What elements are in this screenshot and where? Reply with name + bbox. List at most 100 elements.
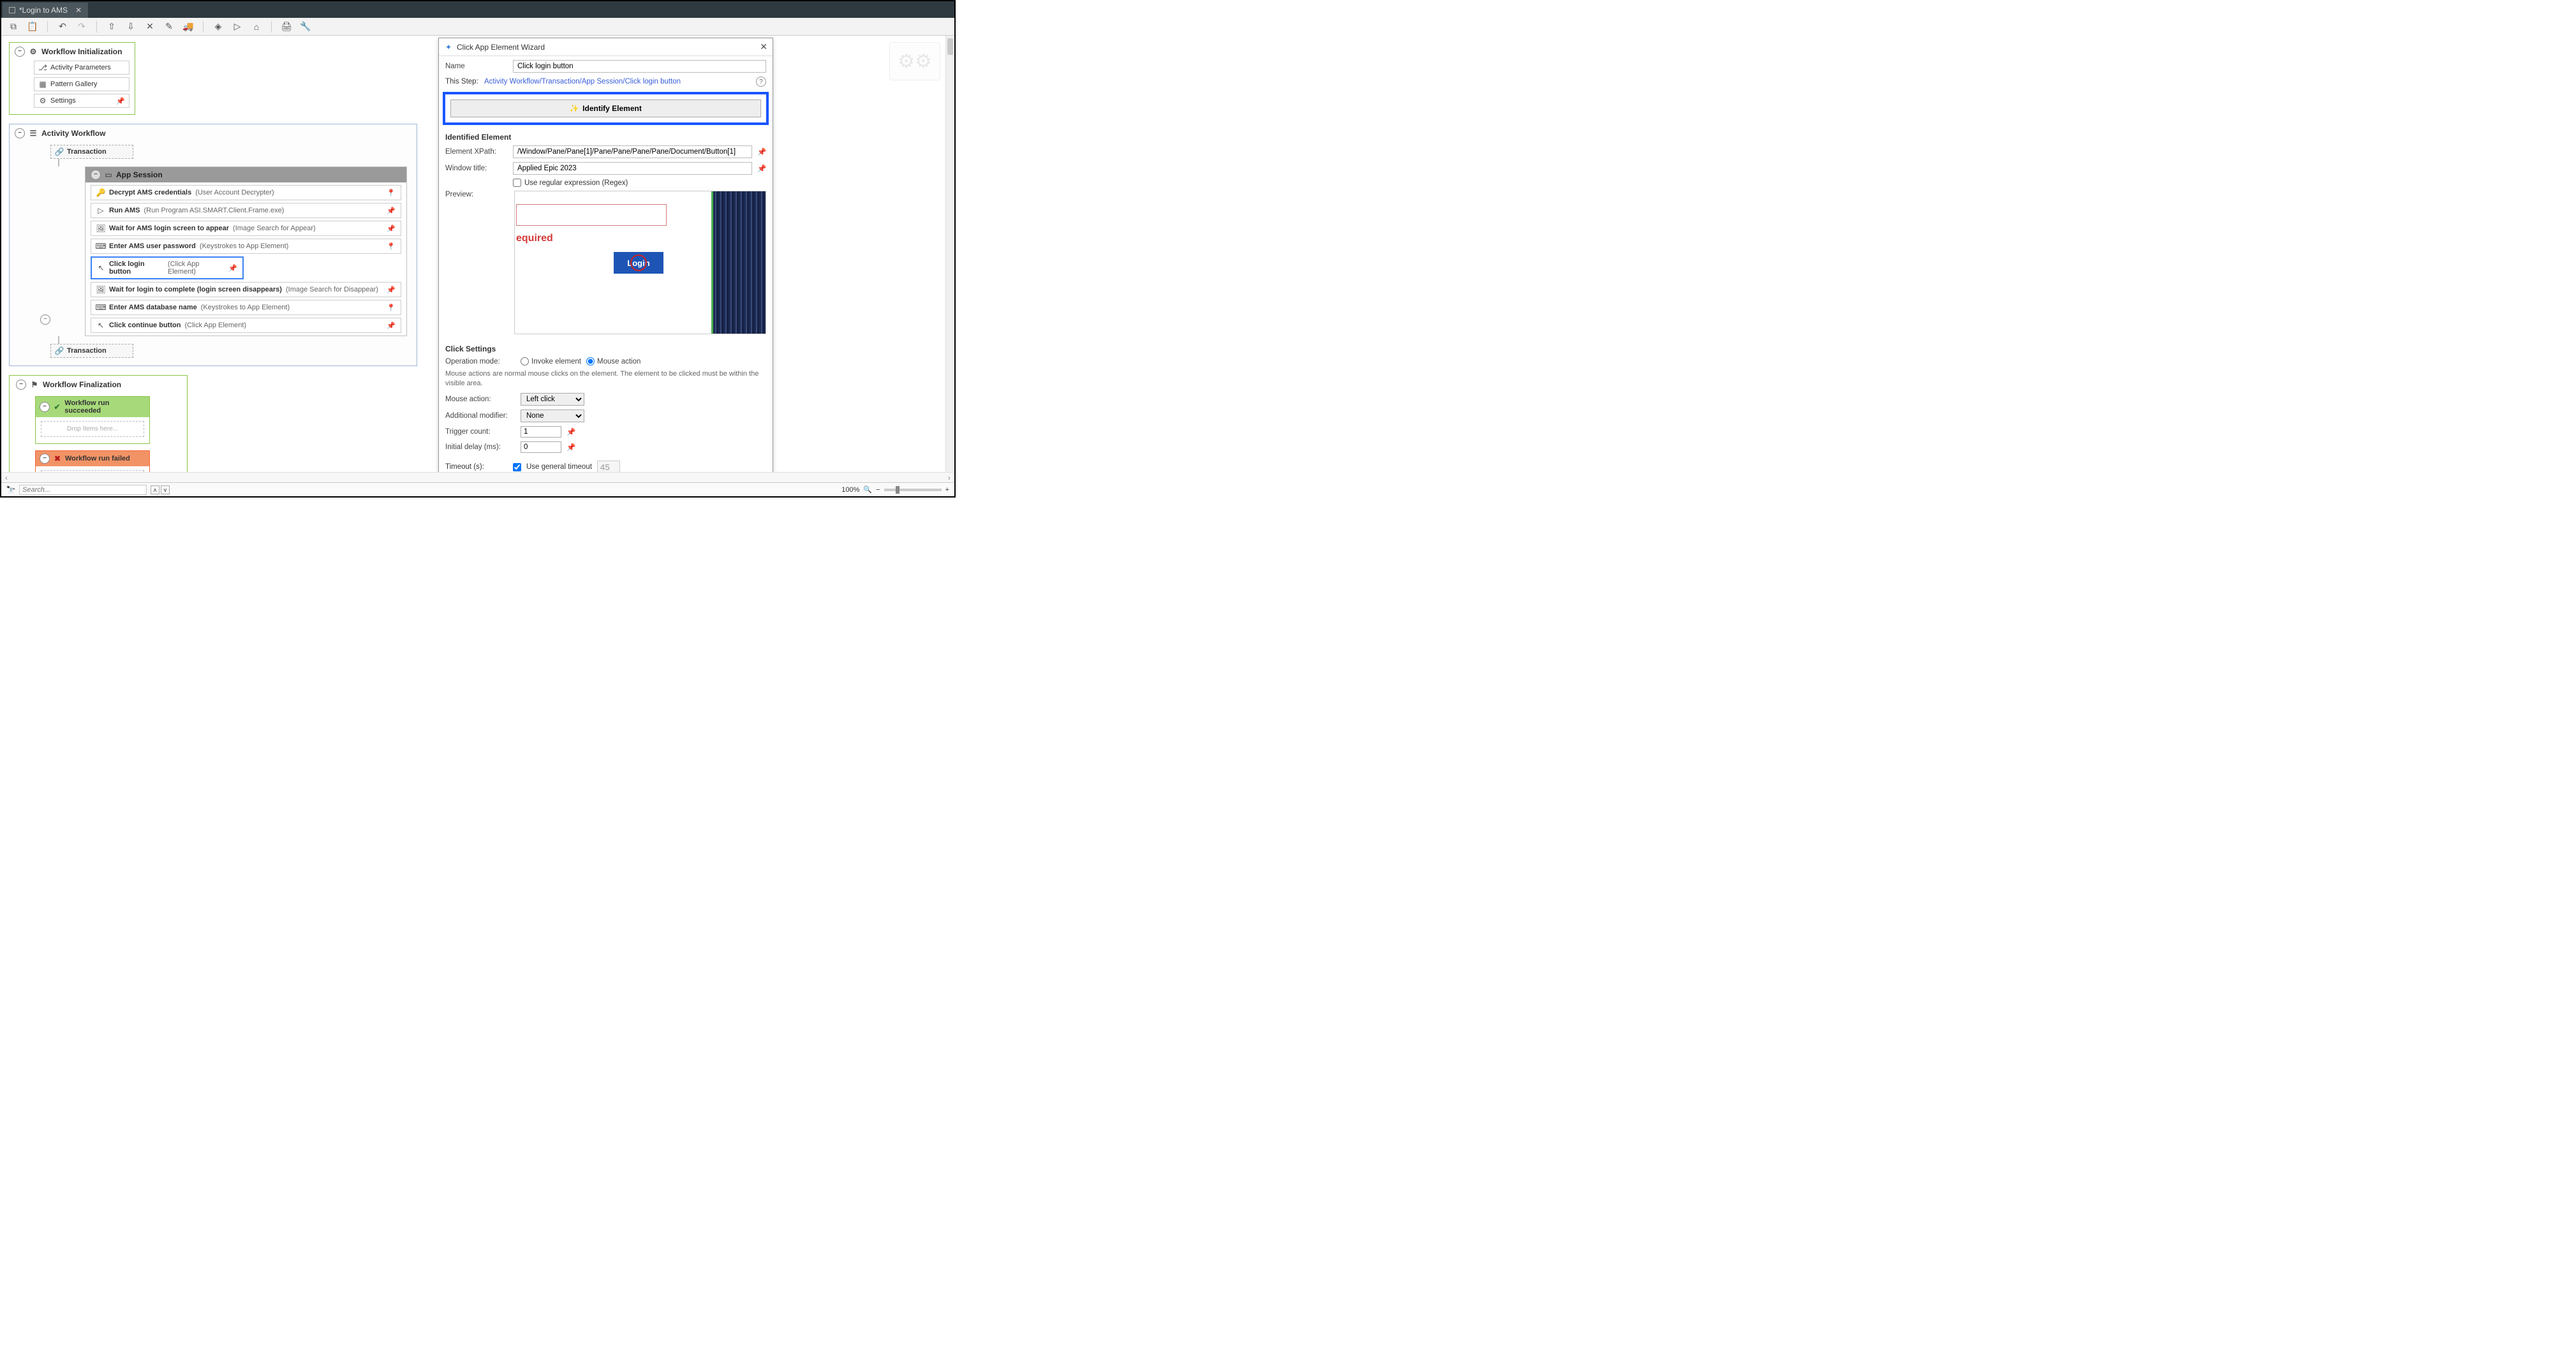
identify-element-button[interactable]: ✨ Identify Element [450, 100, 761, 117]
search-prev-icon[interactable]: ʌ [151, 485, 159, 494]
undo-icon[interactable]: ↶ [56, 20, 70, 34]
scroll-right-icon[interactable]: › [944, 473, 954, 482]
wand-icon[interactable]: ✎ [162, 20, 176, 34]
tab-login-ams[interactable]: *Login to AMS ✕ [3, 3, 88, 18]
window-icon: ▭ [104, 170, 113, 179]
general-timeout-label: Use general timeout [526, 463, 592, 471]
print-icon[interactable]: 🖨 [279, 20, 293, 34]
search-box[interactable] [19, 485, 147, 495]
init-item-activity-parameters[interactable]: ⎇ Activity Parameters [34, 61, 130, 75]
pin-icon[interactable]: 📌 [116, 97, 125, 105]
trigger-input[interactable] [521, 426, 561, 438]
pin-icon[interactable]: 📌 [566, 443, 575, 452]
up-icon[interactable]: ⇧ [105, 20, 119, 34]
pin-icon[interactable]: 📌 [566, 427, 575, 436]
search-input[interactable] [22, 486, 144, 494]
init-item-pattern-gallery[interactable]: ▦ Pattern Gallery [34, 77, 130, 91]
step-icon: ▷ [96, 206, 105, 215]
pin-icon[interactable]: 📍 [387, 304, 396, 312]
redo-icon[interactable]: ↷ [75, 20, 89, 34]
final-header-label: Workflow Finalization [43, 380, 121, 389]
pin-icon[interactable]: 📌 [387, 225, 396, 233]
branch-icon: ⎇ [38, 63, 47, 72]
step-row[interactable]: 🔑Decrypt AMS credentials (User Account D… [91, 185, 401, 200]
pin-icon[interactable]: 📌 [757, 164, 766, 173]
transaction-end[interactable]: 🔗 Transaction [50, 344, 133, 358]
collapse-toggle[interactable]: − [15, 47, 25, 57]
transaction-label: Transaction [67, 148, 107, 156]
step-type: (Click App Element) [168, 260, 225, 276]
op-invoke-radio[interactable]: Invoke element [521, 357, 581, 365]
delay-input[interactable] [521, 441, 561, 453]
truck-icon[interactable]: 🚚 [181, 20, 195, 34]
step-name: Decrypt AMS credentials [109, 189, 191, 196]
close-icon[interactable]: ✕ [760, 41, 767, 52]
copy-icon[interactable]: ⧉ [6, 20, 20, 34]
step-type: (Run Program ASI.SMART.Client.Frame.exe) [144, 207, 284, 214]
collapse-toggle[interactable]: − [91, 170, 101, 180]
zoom-out-icon[interactable]: − [876, 486, 880, 494]
collapse-toggle[interactable]: − [40, 402, 50, 412]
separator [271, 21, 272, 33]
name-label: Name [445, 63, 508, 70]
step-type: (User Account Decrypter) [195, 189, 274, 196]
pin-icon[interactable]: 📌 [387, 286, 396, 294]
paste-icon[interactable]: 📋 [26, 20, 40, 34]
this-step-link[interactable]: Activity Workflow/Transaction/App Sessio… [484, 78, 681, 85]
preview-image: equired Login [514, 191, 766, 334]
down-icon[interactable]: ⇩ [124, 20, 138, 34]
bug-icon[interactable]: ⌂ [249, 20, 263, 34]
pin-icon[interactable]: 📍 [387, 189, 396, 197]
step-row[interactable]: 🖼Wait for login to complete (login scree… [91, 282, 401, 297]
step-row[interactable]: ↖Click login button (Click App Element)📌 [91, 256, 244, 279]
help-icon[interactable]: ? [756, 77, 766, 87]
collapse-toggle-mid[interactable]: − [40, 314, 50, 325]
general-timeout-checkbox[interactable] [513, 463, 521, 471]
pin-icon[interactable]: 📌 [228, 264, 237, 272]
collapse-toggle[interactable]: − [16, 380, 26, 390]
diamond-icon[interactable]: ◈ [211, 20, 225, 34]
regex-checkbox[interactable] [513, 179, 521, 187]
workflow-initialization-block: − ⚙ Workflow Initialization ⎇ Activity P… [9, 42, 135, 115]
drop-zone[interactable]: Drop Items here... [41, 470, 144, 472]
play-icon[interactable]: ▷ [230, 20, 244, 34]
modifier-select[interactable]: None [521, 410, 584, 422]
step-row[interactable]: ▷Run AMS (Run Program ASI.SMART.Client.F… [91, 203, 401, 218]
zoom-in-icon[interactable]: + [945, 486, 949, 494]
status-bar: 🔭 ʌ v 100% 🔍 − + [1, 482, 954, 496]
zoom-slider[interactable] [884, 489, 942, 491]
step-name: Enter AMS user password [109, 242, 196, 250]
horizontal-scrollbar[interactable]: ‹ › [1, 472, 954, 482]
check-circle-icon: ✔ [53, 402, 62, 411]
mouse-action-select[interactable]: Left click [521, 393, 584, 406]
binoculars-icon[interactable]: 🔭 [6, 485, 15, 494]
pin-icon[interactable]: 📌 [387, 207, 396, 215]
step-icon: ↖ [96, 321, 105, 330]
close-icon[interactable]: ✕ [75, 6, 82, 15]
step-icon: ⌨ [96, 242, 105, 251]
delay-label: Initial delay (ms): [445, 443, 515, 451]
wrench-icon[interactable]: 🔧 [299, 20, 313, 34]
step-row[interactable]: ↖Click continue button (Click App Elemen… [91, 318, 401, 333]
init-item-settings[interactable]: ⚙ Settings 📌 [34, 94, 130, 108]
collapse-toggle[interactable]: − [15, 128, 25, 138]
op-mouse-radio[interactable]: Mouse action [586, 357, 640, 365]
preview-label: Preview: [445, 191, 508, 334]
name-input[interactable] [513, 60, 766, 73]
zoom-lens-icon[interactable]: 🔍 [863, 485, 872, 494]
collapse-toggle[interactable]: − [40, 454, 50, 464]
drop-zone[interactable]: Drop Items here... [41, 421, 144, 437]
transaction-begin[interactable]: 🔗 Transaction [50, 145, 133, 159]
pin-icon[interactable]: 📌 [387, 321, 396, 330]
step-row[interactable]: ⌨Enter AMS database name (Keystrokes to … [91, 300, 401, 315]
scroll-left-icon[interactable]: ‹ [1, 473, 11, 482]
xpath-input[interactable] [513, 145, 752, 158]
delete-icon[interactable]: ✕ [143, 20, 157, 34]
gear-icon: ⚙ [38, 96, 47, 105]
step-row[interactable]: 🖼Wait for AMS login screen to appear (Im… [91, 221, 401, 236]
step-row[interactable]: ⌨Enter AMS user password (Keystrokes to … [91, 239, 401, 254]
window-title-input[interactable] [513, 162, 752, 175]
pin-icon[interactable]: 📌 [757, 147, 766, 156]
search-next-icon[interactable]: v [161, 485, 170, 494]
pin-icon[interactable]: 📍 [387, 242, 396, 251]
